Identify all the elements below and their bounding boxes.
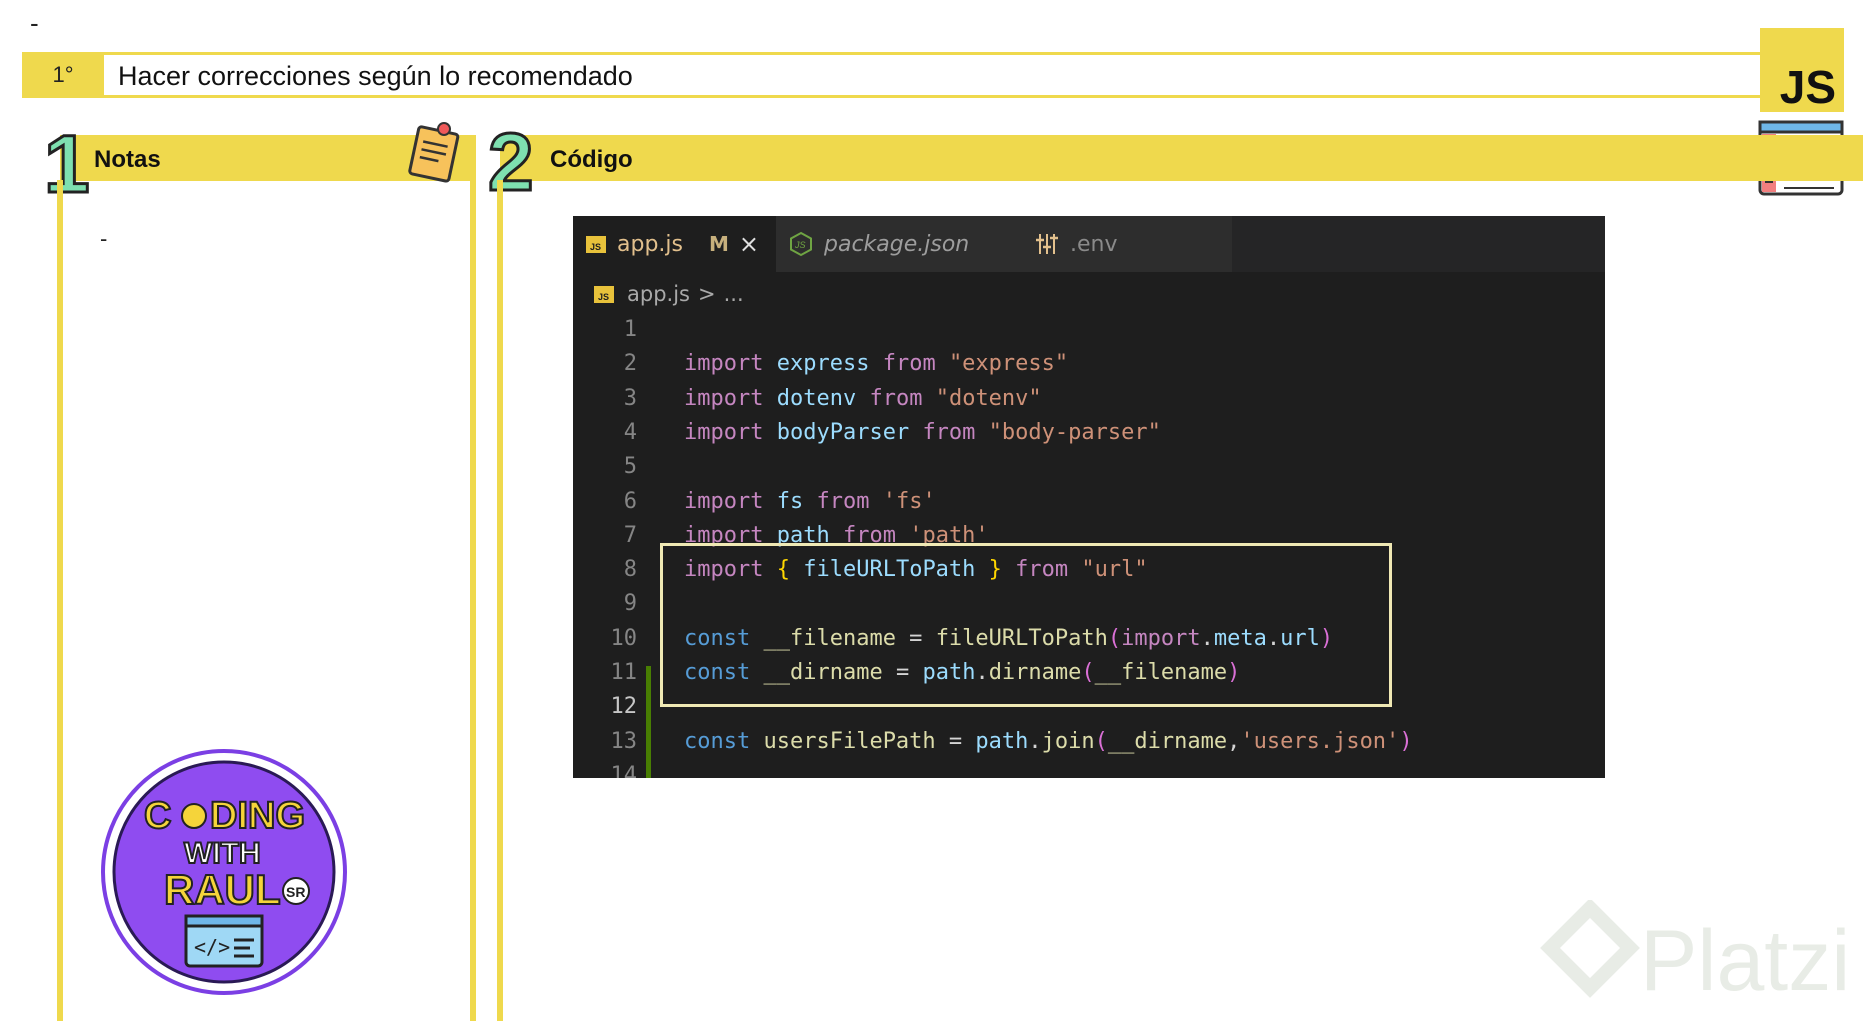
line-number: 13 <box>610 728 638 754</box>
section-number-2-label: 2 <box>488 120 534 196</box>
line-number: 4 <box>623 419 637 445</box>
close-icon[interactable]: × <box>739 230 759 258</box>
line-number: 5 <box>623 454 637 480</box>
logo-text-c: C <box>144 795 171 837</box>
section-number-2: 2 <box>487 120 536 196</box>
line-number: 1 <box>623 317 637 342</box>
notes-column-right-border <box>470 135 476 1021</box>
line-number: 7 <box>623 522 637 548</box>
code-line[interactable]: 14 <box>573 759 1605 778</box>
svg-text:JS: JS <box>598 292 609 302</box>
platzi-watermark: Platzi <box>1640 913 1851 1009</box>
line-number: 10 <box>610 625 638 651</box>
line-number: 14 <box>610 762 638 778</box>
tab-env[interactable]: .env <box>1016 216 1232 272</box>
code-line[interactable]: 2 import express from "express" <box>573 347 1605 381</box>
section-number-1-label: 1 <box>44 124 90 198</box>
tab-package-json[interactable]: JS package.json <box>776 216 1016 272</box>
code-line[interactable]: 6 import fs from 'fs' <box>573 485 1605 519</box>
settings-sliders-icon <box>1036 234 1058 254</box>
coding-with-raul-logo: C DING WITH RAUL SR </> <box>101 749 347 995</box>
notes-content: - <box>100 226 108 251</box>
step-text: Hacer correcciones según lo recomendado <box>118 61 633 91</box>
code-text: const usersFilePath = path.join(__dirnam… <box>684 728 1413 754</box>
line-number: 11 <box>610 660 638 685</box>
code-line[interactable]: 1 <box>573 313 1605 347</box>
notes-title: Notas <box>94 146 161 173</box>
breadcrumb-separator: > <box>697 282 716 306</box>
js-badge: JS <box>1760 28 1844 112</box>
logo-text-sr: SR <box>286 884 305 900</box>
top-dash: - <box>30 8 39 38</box>
tab-env-label: .env <box>1070 231 1118 257</box>
code-line[interactable]: 5 <box>573 450 1605 484</box>
tab-app-js-label: app.js <box>617 231 683 257</box>
svg-text:</>: </> <box>194 935 230 959</box>
notes-column-left-border <box>57 180 63 1021</box>
code-text: import express from "express" <box>684 351 1069 377</box>
code-line[interactable]: 13 const usersFilePath = path.join(__dirn… <box>573 725 1605 759</box>
logo-text-raul: RAUL <box>164 866 281 913</box>
code-text: import bodyParser from "body-parser" <box>684 419 1161 445</box>
breadcrumb-rest[interactable]: ... <box>724 282 744 306</box>
line-number: 9 <box>623 591 637 617</box>
code-line[interactable]: 4 import bodyParser from "body-parser" <box>573 416 1605 450</box>
line-number: 8 <box>623 557 637 583</box>
logo-text-ding: DING <box>210 795 305 837</box>
code-line[interactable]: 3 import dotenv from "dotenv" <box>573 382 1605 416</box>
highlight-box <box>660 543 1392 707</box>
js-file-icon: JS <box>586 236 606 253</box>
svg-text:JS: JS <box>590 242 601 252</box>
notepad-icon <box>408 122 460 183</box>
tab-package-json-label: package.json <box>824 231 970 257</box>
code-text: import dotenv from "dotenv" <box>684 385 1042 411</box>
line-number: 12 <box>610 694 638 720</box>
js-badge-label: JS <box>1779 61 1836 113</box>
line-number: 2 <box>623 351 637 377</box>
code-column-left-border <box>497 180 503 1021</box>
line-number: 6 <box>623 488 637 514</box>
code-text: import fs from 'fs' <box>684 488 936 514</box>
svg-text:JS: JS <box>794 240 806 250</box>
code-header-bar <box>500 135 1863 181</box>
tab-modified-indicator: M <box>708 232 729 256</box>
section-number-1: 1 <box>43 124 91 198</box>
breadcrumb-file[interactable]: app.js <box>627 282 690 306</box>
tab-app-js[interactable]: JS app.js M × <box>573 216 776 272</box>
nodejs-icon: JS <box>790 231 812 257</box>
js-file-icon: JS <box>594 286 614 303</box>
code-title: Código <box>550 146 633 173</box>
line-number: 3 <box>623 385 637 411</box>
breadcrumb: JS app.js > ... <box>573 272 1605 316</box>
step-number: 1° <box>22 52 104 98</box>
